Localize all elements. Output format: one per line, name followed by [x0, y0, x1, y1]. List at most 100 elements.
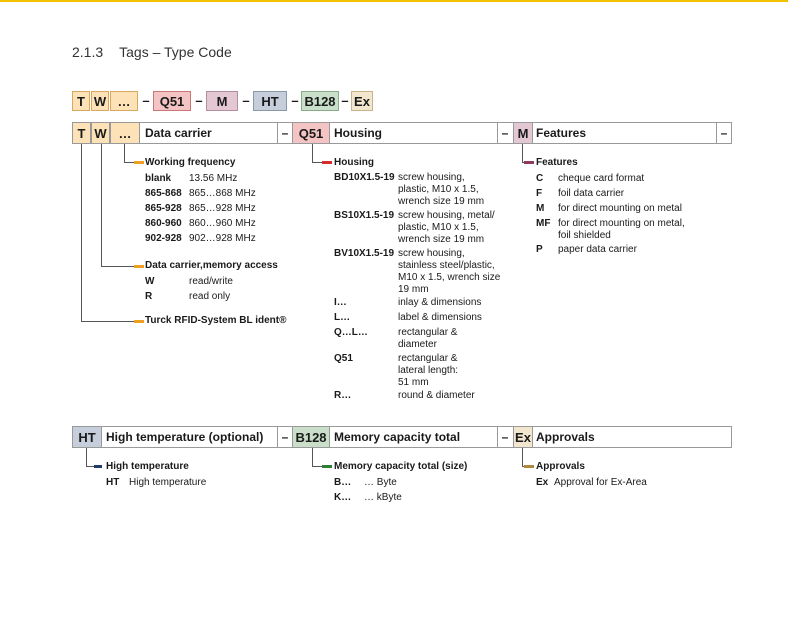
code-dash: – [291, 93, 299, 108]
tree-line [522, 144, 523, 162]
mem-code: R [145, 291, 153, 302]
features-desc: foil data carrier [558, 188, 625, 199]
green-marker-icon [322, 465, 332, 468]
tree-line [124, 144, 125, 162]
housing-desc: screw housing, [398, 172, 465, 183]
row1-code-w: W [91, 122, 110, 144]
separator [277, 426, 278, 448]
code-t: T [72, 91, 90, 111]
wf-desc: 865…928 MHz [189, 203, 256, 214]
wf-desc: 13.56 MHz [189, 173, 238, 184]
high-temp-heading: High temperature [106, 461, 189, 472]
row2-code-ht: HT [72, 426, 102, 448]
separator [497, 122, 498, 144]
dash: – [720, 126, 728, 140]
working-frequency-heading: Working frequency [145, 157, 236, 168]
row1-code-dots: … [110, 122, 140, 144]
wf-code: 865-868 [145, 188, 182, 199]
code-w: W [91, 91, 109, 111]
code-ex: Ex [351, 91, 373, 111]
features-label: Features [536, 126, 587, 140]
row1-code-q51: Q51 [292, 122, 330, 144]
housing-code: BD10X1.5-19 [334, 172, 395, 183]
row2-code-ex: Ex [513, 426, 533, 448]
housing-heading: Housing [334, 157, 374, 168]
tree-line [312, 448, 313, 466]
tree-line [101, 266, 134, 267]
memory-access-heading: Data carrier,memory access [145, 260, 278, 271]
code-dash: – [341, 93, 349, 108]
tree-line [312, 466, 322, 467]
features-code: M [536, 203, 545, 214]
wf-desc: 860…960 MHz [189, 218, 256, 229]
housing-desc: plastic, M10 x 1.5, [398, 184, 479, 195]
blue-marker-icon [94, 465, 102, 468]
wf-code: 865-928 [145, 203, 182, 214]
features-code: F [536, 188, 543, 199]
tree-line [312, 162, 322, 163]
wf-code: 902-928 [145, 233, 182, 244]
purple-marker-icon [524, 161, 534, 164]
tree-line [81, 321, 134, 322]
dash: – [501, 430, 509, 444]
mem-code: W [145, 276, 155, 287]
housing-desc: wrench size 19 mm [398, 196, 485, 207]
approvals-desc: Approval for Ex-Area [554, 477, 647, 488]
dash: – [281, 126, 289, 140]
housing-desc: wrench size 19 mm [398, 234, 485, 245]
housing-desc: screw housing, [398, 248, 465, 259]
housing-code: BS10X1.5-19 [334, 210, 395, 221]
housing-code: BV10X1.5-19 [334, 248, 395, 259]
dash: – [501, 126, 509, 140]
code-q51: Q51 [153, 91, 191, 111]
section-title: Tags – Type Code [119, 44, 232, 60]
high-temp-label: High temperature (optional) [106, 430, 264, 444]
tree-line [81, 144, 82, 321]
features-desc: for direct mounting on metal [558, 203, 682, 214]
yellow-marker-icon [134, 320, 144, 323]
data-carrier-label: Data carrier [145, 126, 212, 140]
tree-line [101, 144, 102, 266]
code-b128: B128 [301, 91, 339, 111]
code-dash: – [195, 93, 203, 108]
tree-line [312, 144, 313, 162]
wf-desc: 902…928 MHz [189, 233, 256, 244]
top-accent-line [0, 0, 788, 2]
features-desc: cheque card format [558, 173, 645, 184]
tree-line [86, 466, 94, 467]
code-ht: HT [253, 91, 287, 111]
page-title: 2.1.3 Tags – Type Code [72, 44, 232, 60]
approvals-label: Approvals [536, 430, 595, 444]
row1-code-m: M [513, 122, 533, 144]
features-code: P [536, 244, 543, 255]
housing-desc: rectangular & [398, 327, 458, 338]
row2-code-b128: B128 [292, 426, 330, 448]
wf-desc: 865…868 MHz [189, 188, 256, 199]
housing-label: Housing [334, 126, 382, 140]
approvals-heading: Approvals [536, 461, 585, 472]
code-m: M [206, 91, 238, 111]
housing-desc: screw housing, metal/ [398, 210, 495, 221]
wf-code: 860-960 [145, 218, 182, 229]
mem-desc: read only [189, 291, 231, 302]
features-desc: for direct mounting on metal, [558, 218, 685, 229]
separator [716, 122, 717, 144]
mem-desc: read/write [189, 276, 233, 287]
housing-desc: 51 mm [398, 377, 429, 388]
memcap-code: K… [334, 492, 352, 503]
features-desc: foil shielded [558, 230, 611, 241]
ht-desc: High temperature [129, 477, 207, 488]
tree-line [124, 162, 134, 163]
housing-desc: round & diameter [398, 390, 475, 401]
tan-marker-icon [524, 465, 534, 468]
housing-desc: label & dimensions [398, 312, 482, 323]
code-dash: – [142, 93, 150, 108]
memcap-code: B… [334, 477, 352, 488]
features-code: C [536, 173, 544, 184]
memory-capacity-label: Memory capacity total [334, 430, 461, 444]
housing-code: Q…L… [334, 327, 368, 338]
yellow-marker-icon [134, 161, 144, 164]
features-heading: Features [536, 157, 578, 168]
memcap-desc: … Byte [364, 477, 397, 488]
housing-desc: inlay & dimensions [398, 297, 482, 308]
